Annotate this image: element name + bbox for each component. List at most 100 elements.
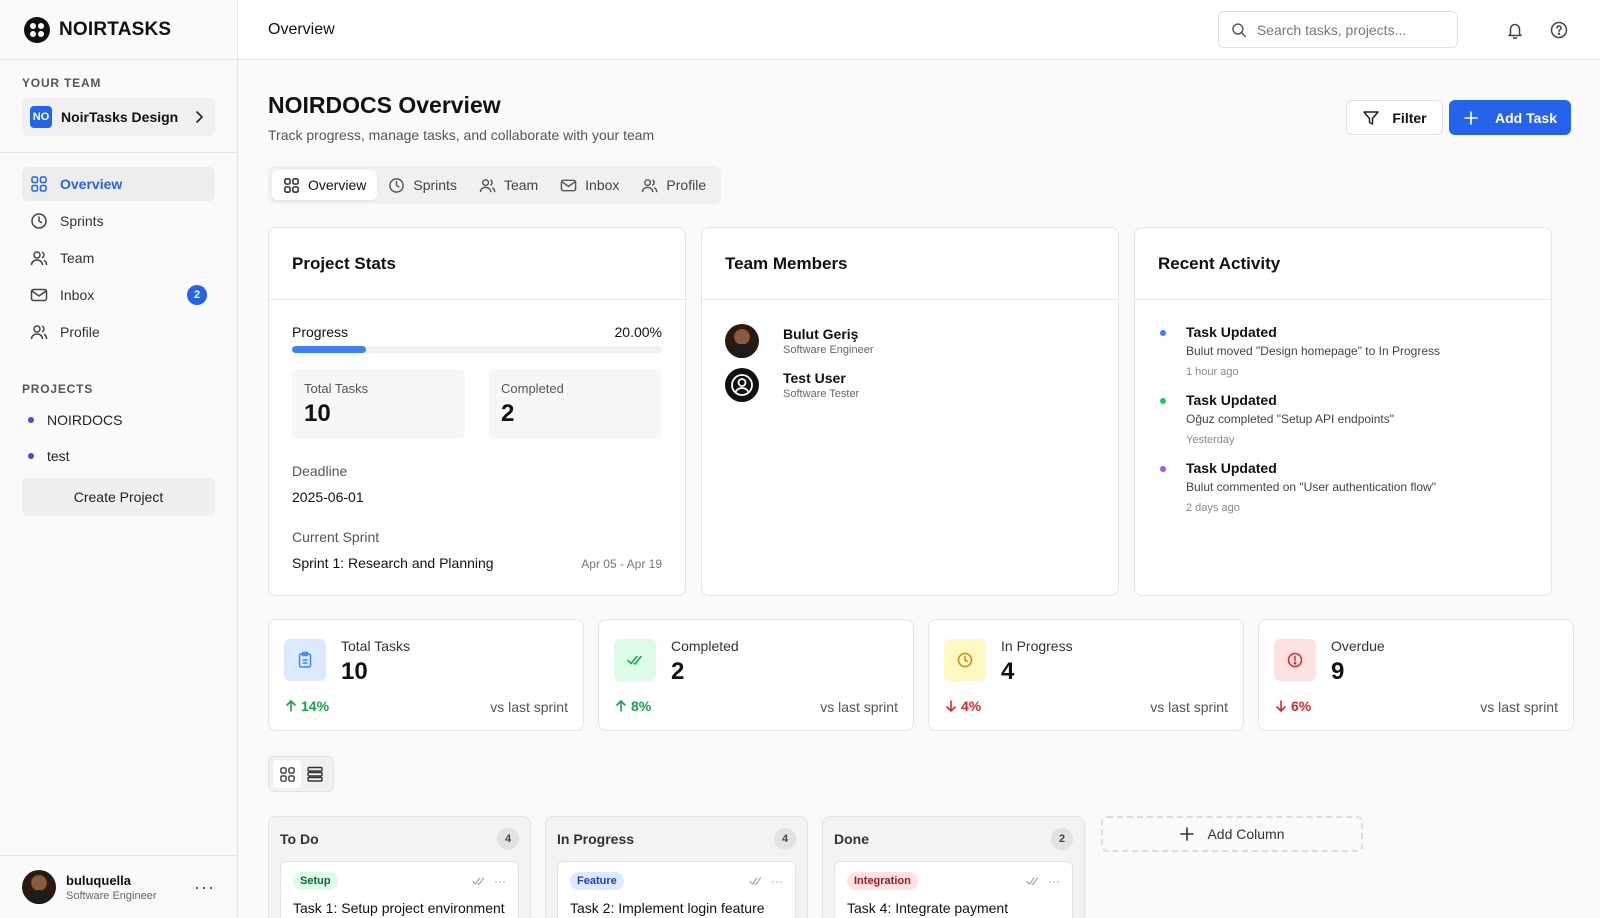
user-name: buluquella (66, 872, 131, 888)
stat-value: 4 (1001, 658, 1015, 685)
arrow-down-icon (946, 700, 956, 713)
activity-desc: Oğuz completed "Setup API endpoints" (1186, 412, 1394, 426)
column-header: In Progress 4 (557, 817, 796, 861)
more-icon[interactable]: ··· (494, 874, 506, 888)
stat-label: Overdue (1331, 638, 1385, 654)
tab-label: Overview (308, 177, 367, 193)
progress-track (292, 346, 662, 353)
check-double-icon[interactable] (472, 874, 486, 888)
sidebar-item-overview[interactable]: Overview (22, 167, 215, 201)
project-name: NOIRDOCS (47, 412, 123, 428)
more-icon[interactable]: ··· (194, 877, 215, 898)
sidebar-item-inbox[interactable]: Inbox 2 (22, 278, 215, 312)
total-tasks-box: Total Tasks 10 (292, 369, 465, 439)
sprint-label: Current Sprint (292, 529, 380, 545)
more-icon[interactable]: ··· (771, 874, 783, 888)
brand-logo-icon (24, 16, 50, 43)
team-block: YOUR TEAM NO NoirTasks Design (0, 60, 237, 153)
column-header: Done 2 (834, 817, 1073, 861)
completed-value: 2 (501, 400, 515, 427)
task-card[interactable]: Setup ··· Task 1: Setup project environm… (280, 861, 519, 918)
column-count: 2 (1051, 828, 1073, 850)
sidebar-item-sprints[interactable]: Sprints (22, 204, 215, 238)
project-name: test (47, 448, 70, 464)
plus-icon (1180, 827, 1195, 841)
task-card[interactable]: Integration ··· Task 4: Integrate paymen… (834, 861, 1073, 918)
add-task-button[interactable]: Add Task (1449, 100, 1571, 135)
task-card[interactable]: Feature ··· Task 2: Implement login feat… (557, 861, 796, 918)
stat-card-completed: Completed 2 8% vs last sprint (598, 619, 914, 731)
tab-inbox[interactable]: Inbox (549, 170, 630, 200)
column-count: 4 (774, 828, 796, 850)
sidebar-item-team[interactable]: Team (22, 241, 215, 275)
activity-item: Task Updated Oğuz completed "Setup API e… (1158, 392, 1528, 446)
arrow-up-icon (286, 699, 296, 712)
users-icon (30, 249, 48, 267)
add-column-button[interactable]: Add Column (1101, 816, 1363, 852)
activity-dot (1160, 330, 1166, 336)
project-stats-card: Project Stats Progress 20.00% Total Task… (268, 227, 686, 596)
tab-profile[interactable]: Profile (630, 170, 717, 200)
team-section-label: YOUR TEAM (22, 76, 102, 90)
brand[interactable]: NOIRTASKS (0, 0, 237, 60)
column-title: Done (834, 831, 869, 847)
progress-fill (292, 346, 366, 353)
task-tag: Setup (293, 872, 338, 890)
stat-value: 10 (341, 658, 368, 685)
projects-section: PROJECTS NOIRDOCS test Create Project (0, 352, 237, 516)
board-view-button[interactable] (273, 760, 301, 788)
topbar: Overview (238, 0, 1600, 60)
project-item-test[interactable]: test (22, 438, 215, 474)
card-title: Project Stats (269, 228, 685, 300)
more-icon[interactable]: ··· (1048, 874, 1060, 888)
help-icon[interactable] (1548, 19, 1570, 41)
member-name: Test User (783, 370, 846, 386)
trend-value: 6% (1291, 698, 1312, 714)
project-dot (28, 417, 34, 423)
bell-icon[interactable] (1504, 19, 1526, 41)
tab-team[interactable]: Team (468, 170, 549, 200)
check-double-icon[interactable] (1026, 874, 1040, 888)
tab-sprints[interactable]: Sprints (377, 170, 468, 200)
filter-button[interactable]: Filter (1346, 100, 1443, 135)
activity-time: 2 days ago (1186, 502, 1240, 514)
clipboard-icon (284, 639, 326, 681)
alert-circle-icon (1274, 639, 1316, 681)
member-name: Bulut Geriş (783, 326, 859, 342)
project-item-noirdocs[interactable]: NOIRDOCS (22, 402, 215, 438)
sidebar-item-profile[interactable]: Profile (22, 315, 215, 349)
stat-card-in-progress: In Progress 4 4% vs last sprint (928, 619, 1244, 731)
project-dot (28, 453, 34, 459)
team-selector[interactable]: NO NoirTasks Design (22, 98, 215, 136)
tab-overview[interactable]: Overview (272, 170, 378, 200)
member-row[interactable]: Bulut Geriş Software Engineer (725, 324, 1095, 358)
projects-section-label: PROJECTS (22, 382, 94, 396)
tab-label: Profile (666, 177, 707, 193)
user-block[interactable]: buluquella Software Engineer ··· (0, 855, 237, 918)
task-title: Task 2: Implement login feature (570, 900, 765, 916)
mini-stats: Total Tasks 10 Completed 2 (292, 369, 662, 439)
search-input[interactable] (1256, 21, 1445, 38)
team-name: NoirTasks Design (61, 109, 179, 125)
member-row[interactable]: Test User Software Tester (725, 368, 1095, 402)
tab-label: Sprints (413, 177, 457, 193)
trend-value: 8% (631, 698, 652, 714)
stat-comparison: vs last sprint (820, 699, 898, 715)
list-view-button[interactable] (301, 760, 329, 788)
check-double-icon[interactable] (749, 874, 763, 888)
stat-trend: 8% (614, 698, 651, 714)
task-tag: Integration (847, 872, 918, 890)
avatar (725, 324, 759, 358)
column-title: To Do (280, 831, 319, 847)
activity-desc: Bulut moved "Design homepage" to In Prog… (1186, 344, 1440, 358)
create-project-button[interactable]: Create Project (22, 478, 215, 516)
member-info: Test User Software Tester (783, 370, 859, 400)
clock-icon (389, 177, 405, 193)
activity-dot (1160, 466, 1166, 472)
sidebar-nav: Overview Sprints Team Inbox 2 Profile (0, 153, 237, 349)
clock-icon (30, 212, 48, 230)
check-double-icon (614, 639, 656, 681)
stat-card-overdue: Overdue 9 6% vs last sprint (1258, 619, 1574, 731)
user-info: buluquella Software Engineer (66, 873, 194, 902)
search-box[interactable] (1218, 11, 1458, 48)
